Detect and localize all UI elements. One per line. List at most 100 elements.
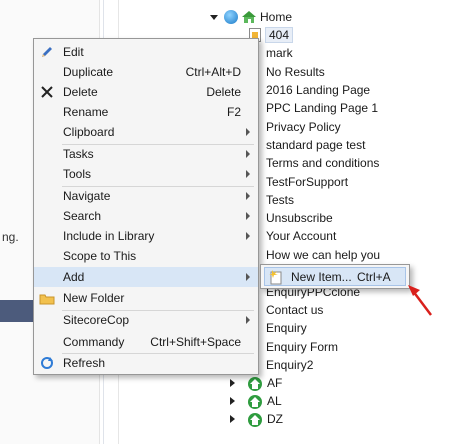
menu-item-navigate[interactable]: Navigate bbox=[34, 186, 258, 206]
context-menu: Edit Duplicate Ctrl+Alt+D Delete Delete … bbox=[33, 38, 259, 375]
tree-node-label-selected: 404 bbox=[265, 27, 294, 43]
menu-item-new-folder[interactable]: New Folder bbox=[34, 288, 258, 308]
menu-item-tasks[interactable]: Tasks bbox=[34, 144, 258, 164]
tree-node[interactable]: Your Account bbox=[266, 227, 336, 245]
submenu-arrow-icon bbox=[246, 150, 250, 158]
tree-node-label: PPC Landing Page 1 bbox=[266, 101, 379, 115]
menu-item-label: Duplicate bbox=[63, 65, 114, 79]
tree-node-label: How we can help you bbox=[266, 248, 381, 262]
tree-node-label: TestForSupport bbox=[266, 175, 349, 189]
expand-down-icon[interactable] bbox=[210, 14, 218, 20]
menu-item-label: Clipboard bbox=[63, 125, 115, 139]
pencil-icon bbox=[39, 44, 55, 60]
menu-item-shortcut: F2 bbox=[226, 105, 241, 119]
menu-item-refresh[interactable]: Refresh bbox=[34, 353, 258, 373]
globe-house-icon bbox=[248, 412, 262, 427]
menu-item-label: Tasks bbox=[63, 147, 94, 161]
menu-item-label: Edit bbox=[63, 45, 84, 59]
menu-item-label: Navigate bbox=[63, 189, 111, 203]
menu-item-commandy[interactable]: Commandy Ctrl+Shift+Space bbox=[34, 332, 258, 352]
tree-node-label: Enquiry2 bbox=[266, 358, 314, 372]
tree-node[interactable]: How we can help you bbox=[266, 246, 380, 264]
tree-node-label: Tests bbox=[266, 193, 295, 207]
new-item-icon bbox=[268, 269, 284, 288]
menu-item-label: Add bbox=[63, 270, 85, 284]
left-pane-partial-text: ng. bbox=[2, 230, 19, 244]
tree-node-home[interactable]: Home bbox=[210, 8, 292, 26]
tree-node-label: No Results bbox=[266, 65, 325, 79]
tree-node-label: 2016 Landing Page bbox=[266, 83, 371, 97]
menu-item-sitecorecop[interactable]: SitecoreCop bbox=[34, 310, 258, 330]
tree-node[interactable]: Unsubscribe bbox=[266, 209, 333, 227]
expand-right-icon[interactable] bbox=[230, 379, 235, 387]
tree-node-label: standard page test bbox=[266, 138, 366, 152]
refresh-icon bbox=[39, 355, 55, 371]
expand-right-icon[interactable] bbox=[230, 415, 235, 423]
menu-item-label: Rename bbox=[63, 105, 109, 119]
tree-node-label: DZ bbox=[267, 412, 283, 426]
tree-node-label: Home bbox=[260, 10, 293, 24]
tree-node[interactable]: 2016 Landing Page bbox=[266, 81, 370, 99]
menu-item-clipboard[interactable]: Clipboard bbox=[34, 122, 258, 142]
expand-right-icon[interactable] bbox=[230, 397, 235, 405]
submenu-arrow-icon bbox=[246, 232, 250, 240]
menu-item-search[interactable]: Search bbox=[34, 206, 258, 226]
menu-item-label: SitecoreCop bbox=[63, 313, 130, 327]
globe-icon bbox=[224, 10, 238, 24]
home-icon bbox=[242, 11, 256, 23]
tree-node-label: Contact us bbox=[266, 303, 324, 317]
menu-item-label: Tools bbox=[63, 167, 92, 181]
menu-item-label: Refresh bbox=[63, 356, 106, 370]
menu-item-shortcut: Ctrl+Shift+Space bbox=[150, 335, 241, 349]
menu-item-scope-to-this[interactable]: Scope to This bbox=[34, 246, 258, 266]
menu-item-shortcut: Ctrl+A bbox=[357, 269, 391, 284]
tree-node[interactable]: PPC Landing Page 1 bbox=[266, 99, 378, 117]
tree-node[interactable]: Tests bbox=[266, 191, 294, 209]
tree-node-label: AF bbox=[267, 376, 283, 390]
annotation-arrow-icon bbox=[408, 285, 432, 316]
tree-node[interactable]: Terms and conditions bbox=[266, 154, 379, 172]
menu-item-shortcut: Ctrl+Alt+D bbox=[185, 65, 241, 79]
menu-item-label: Scope to This bbox=[63, 249, 137, 263]
submenu-arrow-icon bbox=[246, 212, 250, 220]
tree-node-region[interactable]: AF bbox=[230, 374, 282, 392]
globe-house-icon bbox=[248, 394, 262, 409]
menu-item-edit[interactable]: Edit bbox=[34, 42, 258, 62]
tree-node-label: Terms and conditions bbox=[266, 156, 380, 170]
tree-node[interactable]: Contact us bbox=[266, 301, 323, 319]
folder-icon bbox=[39, 290, 55, 306]
menu-item-label: New Folder bbox=[63, 291, 125, 305]
menu-item-include-in-library[interactable]: Include in Library bbox=[34, 226, 258, 246]
tree-node-region[interactable]: AL bbox=[230, 392, 282, 410]
tree-node[interactable]: Enquiry2 bbox=[266, 356, 313, 374]
submenu-arrow-icon bbox=[246, 170, 250, 178]
tree-node[interactable]: Privacy Policy bbox=[266, 118, 341, 136]
submenu-arrow-icon bbox=[246, 128, 250, 136]
tree-node[interactable]: TestForSupport bbox=[266, 173, 348, 191]
menu-item-label: Delete bbox=[63, 85, 98, 99]
globe-house-icon bbox=[248, 376, 262, 391]
tree-node-label: Unsubscribe bbox=[266, 211, 333, 225]
tree-node[interactable]: standard page test bbox=[266, 136, 365, 154]
menu-item-label: Search bbox=[63, 209, 102, 223]
menu-item-add[interactable]: Add bbox=[34, 267, 258, 287]
tree-node-label: Your Account bbox=[266, 229, 337, 243]
menu-item-new-item[interactable]: New Item... Ctrl+A bbox=[264, 267, 406, 286]
tree-node[interactable]: mark bbox=[266, 44, 293, 62]
close-icon bbox=[39, 84, 55, 100]
menu-item-tools[interactable]: Tools bbox=[34, 164, 258, 184]
tree-node[interactable]: Enquiry Form bbox=[266, 338, 338, 356]
menu-item-label: New Item... bbox=[291, 269, 352, 284]
tree-node-region[interactable]: DZ bbox=[230, 410, 283, 428]
tree-node[interactable]: No Results bbox=[266, 63, 325, 81]
submenu-arrow-icon bbox=[246, 273, 250, 281]
menu-item-label: Include in Library bbox=[63, 229, 155, 243]
menu-item-delete[interactable]: Delete Delete bbox=[34, 82, 258, 102]
tree-node[interactable]: Enquiry bbox=[266, 319, 307, 337]
menu-item-duplicate[interactable]: Duplicate Ctrl+Alt+D bbox=[34, 62, 258, 82]
tree-node-label: Privacy Policy bbox=[266, 120, 341, 134]
tree-node-label: Enquiry bbox=[266, 321, 307, 335]
menu-item-rename[interactable]: Rename F2 bbox=[34, 102, 258, 122]
submenu-arrow-icon bbox=[246, 192, 250, 200]
add-submenu: New Item... Ctrl+A bbox=[260, 264, 410, 289]
